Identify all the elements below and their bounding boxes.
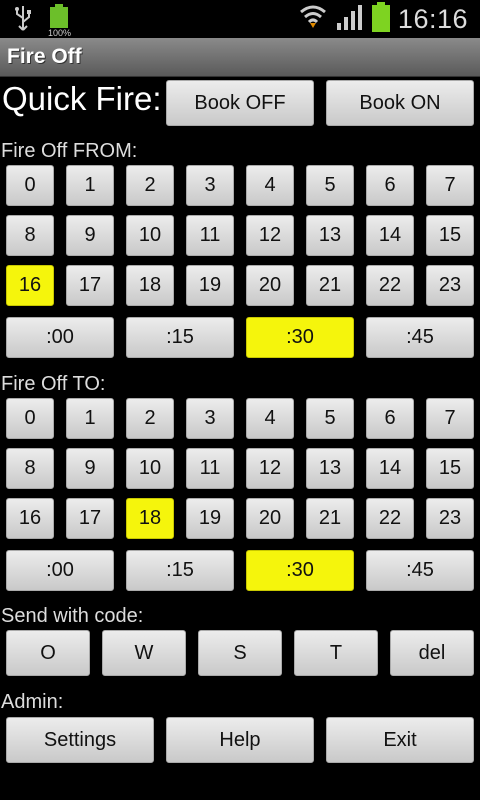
- to-hour-button[interactable]: 22: [366, 498, 414, 539]
- to-hour-button[interactable]: 10: [126, 448, 174, 489]
- from-hour-button[interactable]: 3: [186, 165, 234, 206]
- from-hour-button[interactable]: 23: [426, 265, 474, 306]
- from-hour-button[interactable]: 22: [366, 265, 414, 306]
- to-hour-button[interactable]: 12: [246, 448, 294, 489]
- to-hour-button[interactable]: 6: [366, 398, 414, 439]
- code-button-o[interactable]: O: [6, 630, 90, 676]
- to-hour-button[interactable]: 18: [126, 498, 174, 539]
- from-minute-button[interactable]: :15: [126, 317, 234, 358]
- to-hour-button[interactable]: 21: [306, 498, 354, 539]
- to-hour-button[interactable]: 19: [186, 498, 234, 539]
- from-hour-button[interactable]: 16: [6, 265, 54, 306]
- to-hour-button[interactable]: 2: [126, 398, 174, 439]
- code-button-s[interactable]: S: [198, 630, 282, 676]
- to-hour-button[interactable]: 4: [246, 398, 294, 439]
- exit-button[interactable]: Exit: [326, 717, 474, 763]
- from-hour-button[interactable]: 19: [186, 265, 234, 306]
- from-hour-button[interactable]: 10: [126, 215, 174, 256]
- from-hour-button[interactable]: 6: [366, 165, 414, 206]
- from-hour-button[interactable]: 7: [426, 165, 474, 206]
- from-minute-button[interactable]: :45: [366, 317, 474, 358]
- to-hour-button[interactable]: 13: [306, 448, 354, 489]
- title-bar: Fire Off: [0, 38, 480, 77]
- to-minute-button[interactable]: :00: [6, 550, 114, 591]
- code-button-w[interactable]: W: [102, 630, 186, 676]
- to-hour-button[interactable]: 7: [426, 398, 474, 439]
- from-hour-button[interactable]: 9: [66, 215, 114, 256]
- from-hour-button[interactable]: 21: [306, 265, 354, 306]
- status-bar: 100% 16:16: [0, 0, 480, 38]
- to-hour-button[interactable]: 1: [66, 398, 114, 439]
- from-hour-button[interactable]: 4: [246, 165, 294, 206]
- admin-label: Admin:: [1, 691, 64, 713]
- from-hour-button[interactable]: 2: [126, 165, 174, 206]
- to-minute-button[interactable]: :30: [246, 550, 354, 591]
- from-hour-button[interactable]: 13: [306, 215, 354, 256]
- to-hour-button[interactable]: 23: [426, 498, 474, 539]
- usb-icon: [12, 4, 34, 39]
- from-hour-button[interactable]: 8: [6, 215, 54, 256]
- status-right: 16:16: [298, 2, 468, 37]
- from-hour-button[interactable]: 20: [246, 265, 294, 306]
- from-hour-button[interactable]: 12: [246, 215, 294, 256]
- to-hour-button[interactable]: 15: [426, 448, 474, 489]
- app-title: Fire Off: [7, 45, 82, 68]
- battery-icon: 100%: [48, 4, 71, 38]
- battery-percent: 100%: [48, 28, 72, 38]
- code-button-t[interactable]: T: [294, 630, 378, 676]
- battery-full-icon: [371, 2, 390, 37]
- from-label: Fire Off FROM:: [1, 140, 138, 162]
- to-minute-button[interactable]: :15: [126, 550, 234, 591]
- quick-fire-label: Quick Fire:: [2, 80, 162, 117]
- status-left: 100%: [12, 4, 71, 39]
- to-hour-button[interactable]: 0: [6, 398, 54, 439]
- from-hour-button[interactable]: 18: [126, 265, 174, 306]
- to-hour-button[interactable]: 11: [186, 448, 234, 489]
- to-minute-button[interactable]: :45: [366, 550, 474, 591]
- to-hour-button[interactable]: 3: [186, 398, 234, 439]
- to-hour-button[interactable]: 14: [366, 448, 414, 489]
- clock: 16:16: [397, 4, 468, 34]
- to-hour-button[interactable]: 8: [6, 448, 54, 489]
- code-label: Send with code:: [1, 605, 144, 627]
- from-hour-button[interactable]: 1: [66, 165, 114, 206]
- from-hour-button[interactable]: 17: [66, 265, 114, 306]
- from-minute-button[interactable]: :30: [246, 317, 354, 358]
- from-hour-button[interactable]: 11: [186, 215, 234, 256]
- from-hour-button[interactable]: 15: [426, 215, 474, 256]
- to-hour-button[interactable]: 5: [306, 398, 354, 439]
- book-off-button[interactable]: Book OFF: [166, 80, 314, 126]
- from-hour-button[interactable]: 0: [6, 165, 54, 206]
- from-minute-button[interactable]: :00: [6, 317, 114, 358]
- to-hour-button[interactable]: 17: [66, 498, 114, 539]
- wifi-icon: [298, 2, 328, 37]
- to-hour-button[interactable]: 9: [66, 448, 114, 489]
- settings-button[interactable]: Settings: [6, 717, 154, 763]
- book-on-button[interactable]: Book ON: [326, 80, 474, 126]
- to-label: Fire Off TO:: [1, 373, 106, 395]
- from-hour-button[interactable]: 5: [306, 165, 354, 206]
- from-hour-button[interactable]: 14: [366, 215, 414, 256]
- to-hour-button[interactable]: 20: [246, 498, 294, 539]
- code-button-del[interactable]: del: [390, 630, 474, 676]
- to-hour-button[interactable]: 16: [6, 498, 54, 539]
- help-button[interactable]: Help: [166, 717, 314, 763]
- signal-icon: [336, 3, 364, 36]
